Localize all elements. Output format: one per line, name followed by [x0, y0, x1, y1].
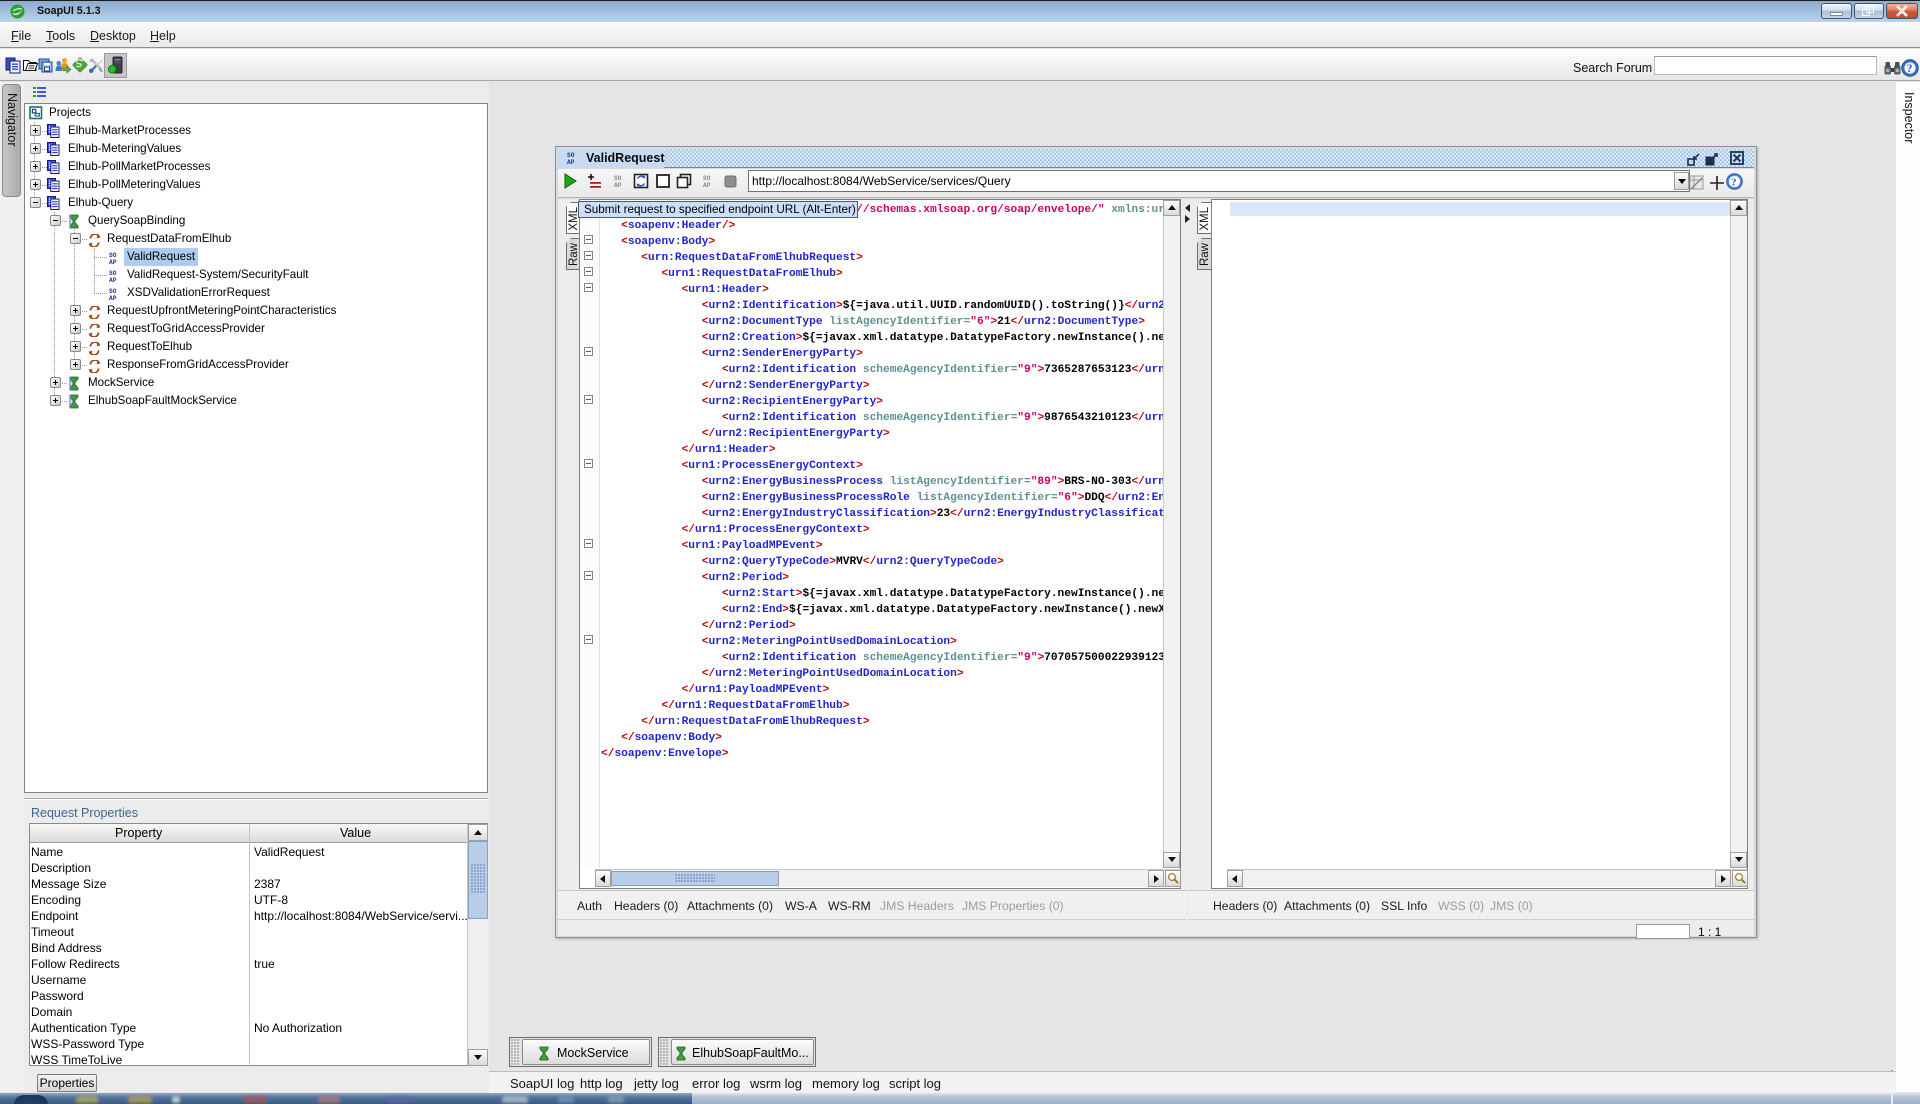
svg-text:AP: AP: [109, 259, 117, 265]
svg-text:SO: SO: [567, 152, 575, 159]
svg-text:AP: AP: [703, 182, 711, 188]
svg-text:AP: AP: [567, 159, 575, 165]
svg-text:SO: SO: [614, 175, 622, 182]
svg-text:AP: AP: [614, 182, 622, 188]
svg-text:SO: SO: [703, 175, 711, 182]
svg-text:?: ?: [1731, 177, 1737, 189]
svg-text:SO: SO: [109, 270, 117, 277]
svg-text:?: ?: [1907, 63, 1913, 75]
svg-text:AP: AP: [109, 277, 117, 283]
svg-text:SO: SO: [109, 252, 117, 259]
svg-text:SO: SO: [109, 288, 117, 295]
svg-text:AP: AP: [109, 295, 117, 301]
